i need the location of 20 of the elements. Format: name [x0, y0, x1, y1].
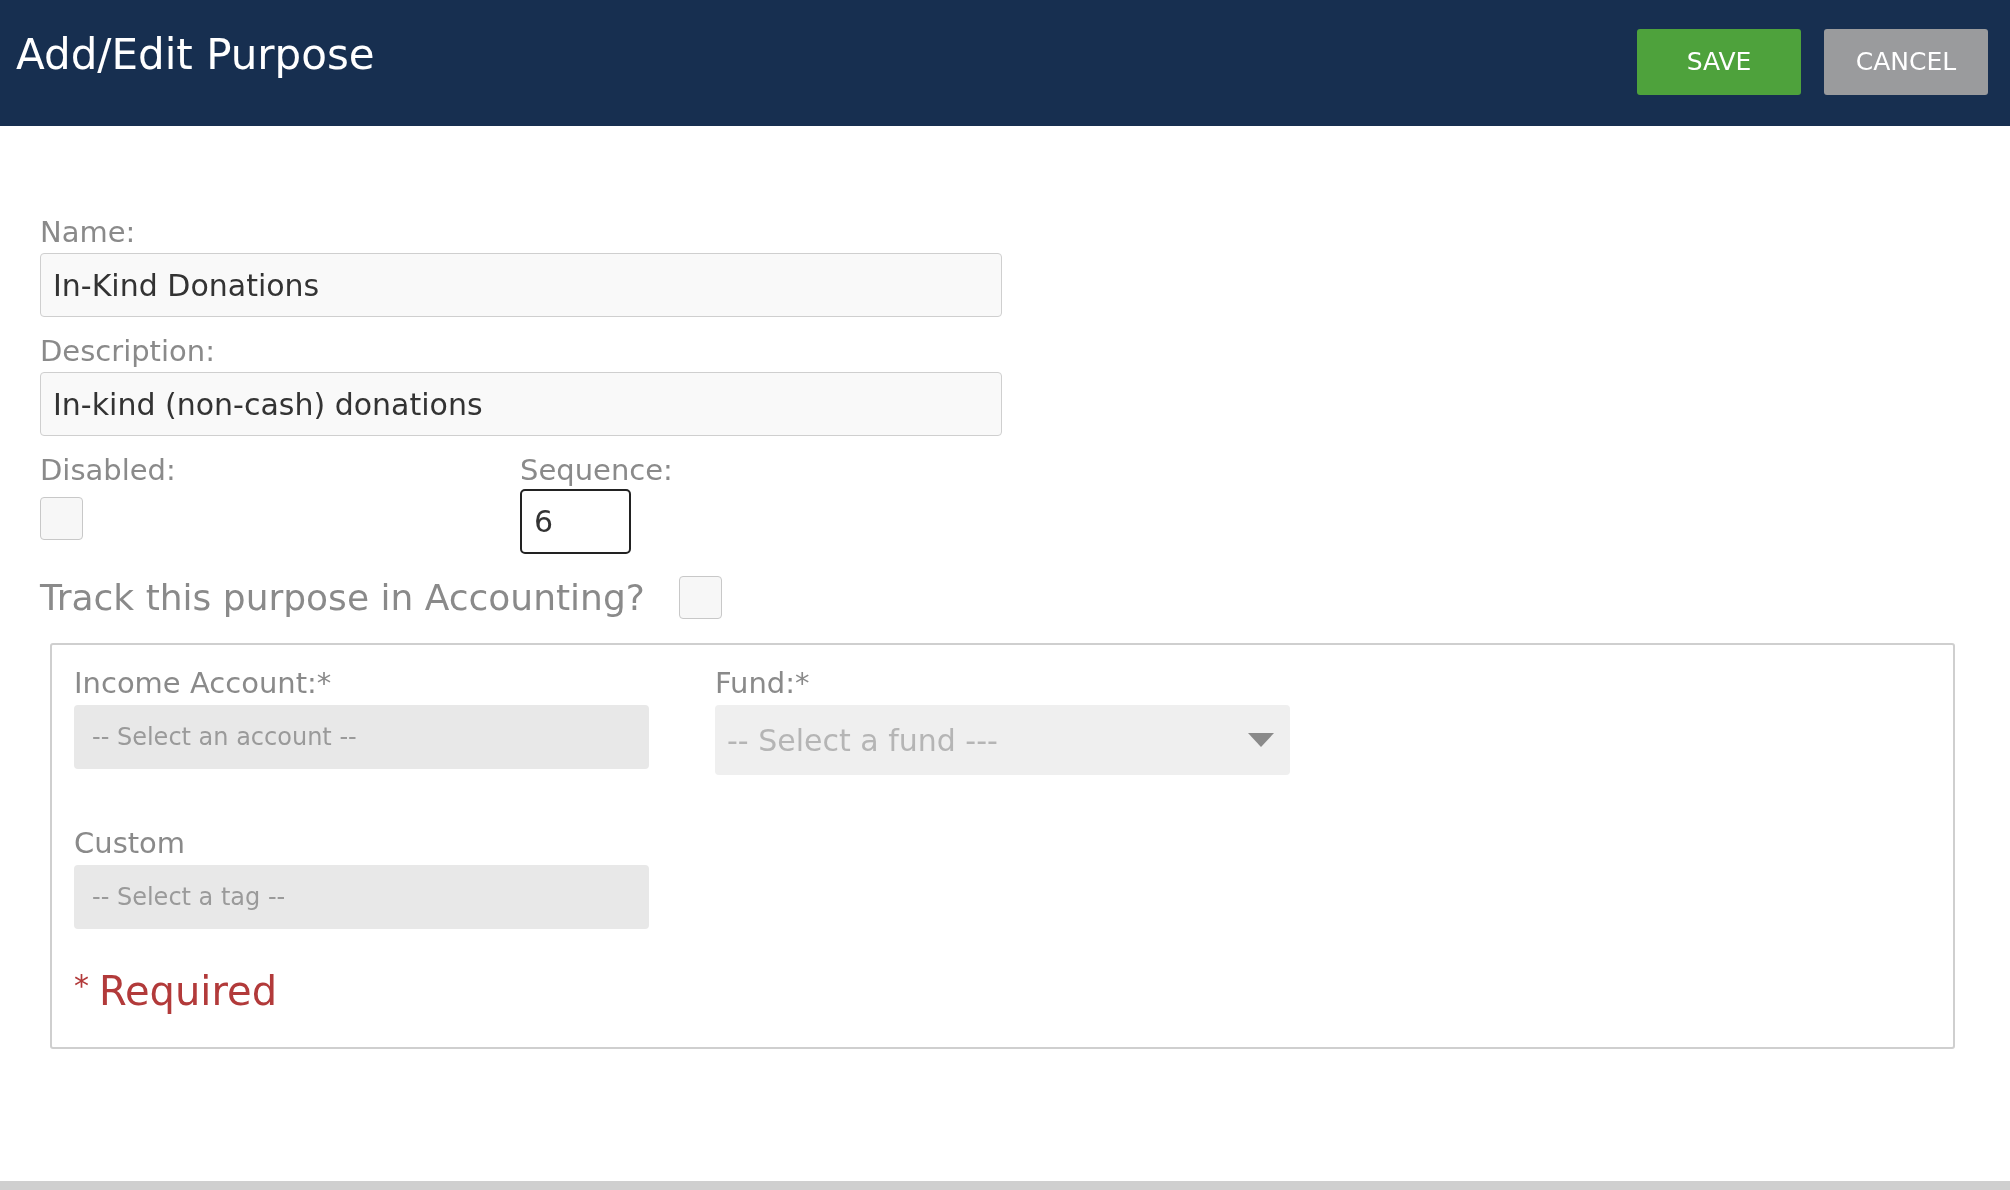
page-title: Add/Edit Purpose [16, 34, 375, 76]
custom-tag-select[interactable]: -- Select a tag -- [74, 865, 649, 929]
income-account-select[interactable]: -- Select an account -- [74, 705, 649, 769]
fund-select[interactable]: -- Select a fund --- [715, 705, 1290, 775]
field-label: Name: [40, 218, 137, 247]
description-input[interactable]: In-kind (non-cash) donations [40, 372, 1002, 436]
checkbox[interactable] [40, 497, 83, 540]
field-label: Sequence: [520, 456, 673, 485]
field-label: Fund:* [715, 669, 811, 698]
save-button[interactable]: SAVE [1637, 29, 1801, 95]
field-label: Income Account:* [74, 669, 333, 698]
field-label: Disabled: [40, 456, 177, 485]
caret-icon [1248, 733, 1274, 747]
field-label: Description: [40, 337, 216, 366]
name-input[interactable]: In-Kind Donations [40, 253, 1002, 317]
checkbox[interactable] [678, 576, 722, 619]
cancel-button[interactable]: CANCEL [1824, 29, 1988, 95]
sequence-input[interactable]: 6 [520, 489, 631, 554]
track-accounting-label: Track this purpose in Accounting? [40, 579, 645, 616]
field-label: Custom [74, 829, 187, 858]
